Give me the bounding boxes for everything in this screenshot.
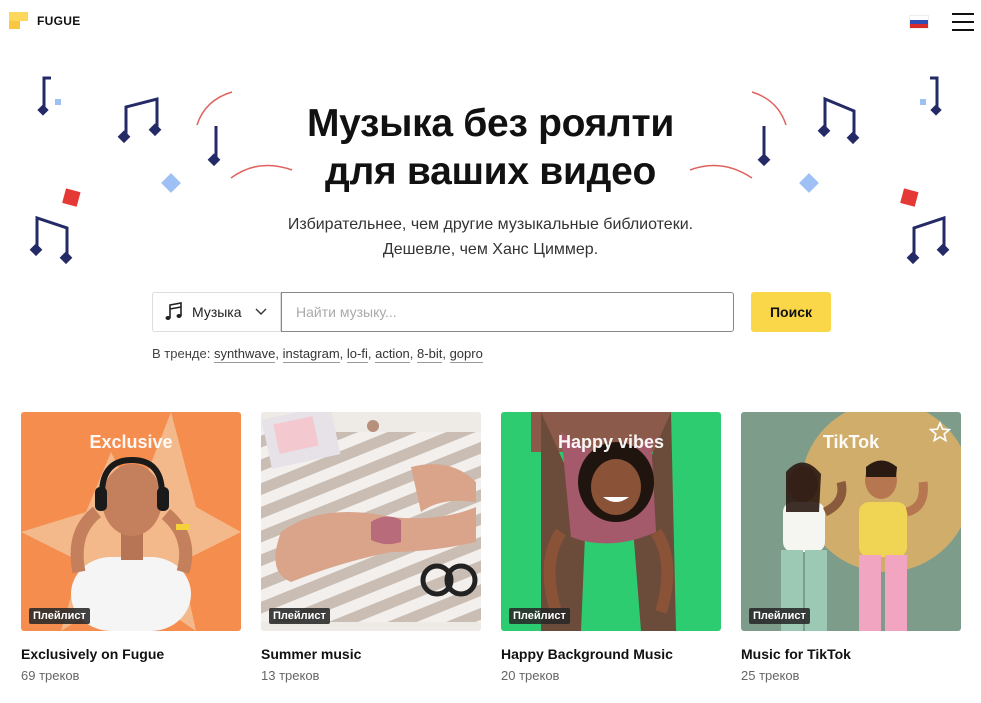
category-label: Музыка [192, 304, 242, 320]
trending-tag-action[interactable]: action [375, 346, 410, 363]
playlist-badge: Плейлист [509, 608, 570, 624]
playlist-title[interactable]: Music for TikTok [741, 646, 961, 662]
logo-mark-icon [9, 12, 28, 29]
hero-title-line1: Музыка без роялти [306, 102, 675, 145]
trending-tag-gopro[interactable]: gopro [449, 346, 483, 363]
playlist-title[interactable]: Happy Background Music [501, 646, 721, 662]
trending-tag-synthwave[interactable]: synthwave [213, 346, 276, 363]
track-count: 20 треков [501, 668, 560, 683]
hero-subtitle-line2: Дешевле, чем Ханс Циммер. [382, 241, 599, 258]
playlist-cover-exclusive[interactable]: Exclusive Плейлист [21, 412, 241, 631]
trending-tag-8bit[interactable]: 8-bit [417, 346, 443, 363]
playlist-card[interactable]: Плейлист Summer music 13 треков [261, 412, 481, 683]
cover-illustration [261, 412, 481, 622]
logo-text: FUGUE [37, 13, 81, 28]
hamburger-menu-icon[interactable] [952, 13, 974, 31]
trending-tags: В тренде: synthwave, instagram, lo-fi, a… [152, 346, 483, 363]
playlist-card[interactable]: Exclusive Плейлист Exclusively on Fugue … [21, 412, 241, 683]
playlist-cover-happy[interactable]: Happy vibes Плейлист [501, 412, 721, 631]
playlist-badge: Плейлист [29, 608, 90, 624]
chevron-down-icon [255, 308, 267, 315]
star-icon[interactable] [929, 421, 951, 443]
playlist-title[interactable]: Exclusively on Fugue [21, 646, 241, 662]
cover-title: Exclusive [89, 432, 173, 452]
category-dropdown[interactable]: Музыка [152, 292, 281, 332]
cover-title: Happy vibes [557, 432, 665, 452]
playlist-card[interactable]: TikTok Плейлист Music for TikTok 25 трек… [741, 412, 961, 683]
playlist-title[interactable]: Summer music [261, 646, 481, 662]
playlist-cover-tiktok[interactable]: TikTok Плейлист [741, 412, 961, 631]
trending-tag-instagram[interactable]: instagram [282, 346, 340, 363]
playlist-badge: Плейлист [269, 608, 330, 624]
playlist-badge: Плейлист [749, 608, 810, 624]
music-note-icon [165, 302, 182, 320]
playlist-card[interactable]: Happy vibes Плейлист Happy Background Mu… [501, 412, 721, 683]
header: FUGUE [0, 0, 981, 44]
hero-title-line2: для ваших видео [325, 150, 656, 193]
trending-label: В тренде: [152, 346, 211, 361]
search-input[interactable] [281, 292, 734, 332]
track-count: 69 треков [21, 668, 80, 683]
track-count: 25 треков [741, 668, 800, 683]
playlist-cover-summer[interactable]: Плейлист [261, 412, 481, 631]
hero-subtitle-line1: Избирательнее, чем другие музыкальные би… [287, 216, 694, 233]
trending-tag-lofi[interactable]: lo-fi [346, 346, 368, 363]
search-button[interactable]: Поиск [751, 292, 831, 332]
fugue-logo[interactable]: FUGUE [9, 12, 81, 29]
track-count: 13 треков [261, 668, 320, 683]
cover-title: TikTok [822, 432, 880, 452]
hero-title: Музыка без роялти для ваших видео [0, 100, 981, 196]
hero-subtitle: Избирательнее, чем другие музыкальные би… [0, 212, 981, 262]
russia-flag-icon[interactable] [909, 15, 929, 29]
